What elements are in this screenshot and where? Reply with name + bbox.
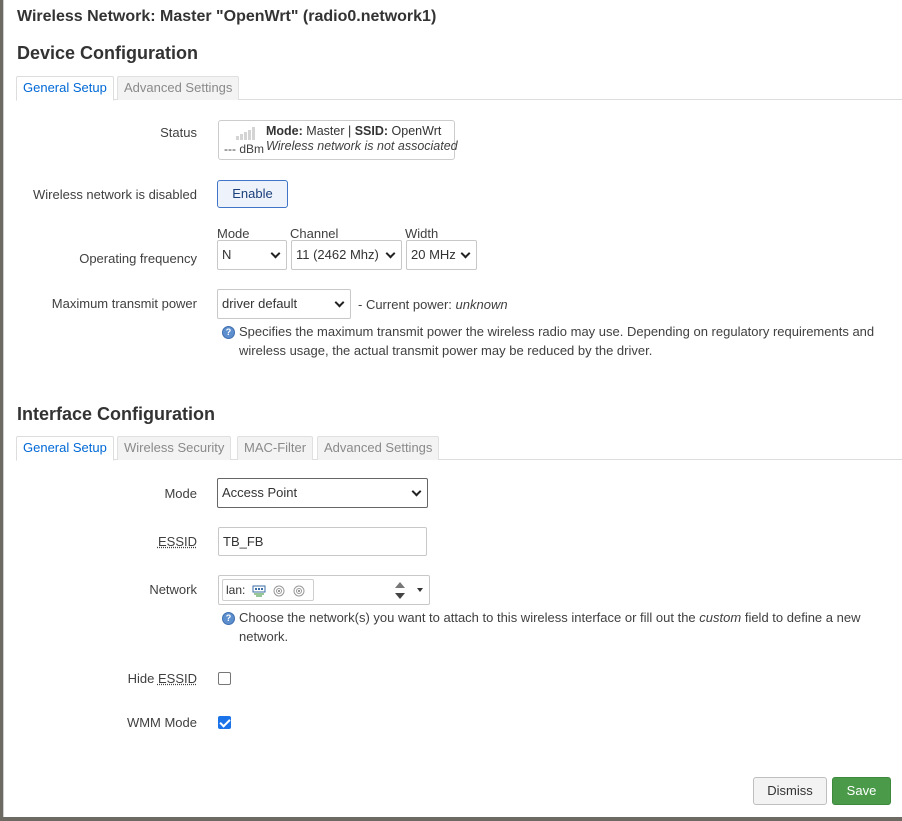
operating-frequency-label: Operating frequency: [79, 251, 197, 266]
enable-button[interactable]: Enable: [217, 180, 288, 208]
device-tabbar: General Setup Advanced Settings: [16, 76, 902, 101]
essid-input[interactable]: TB_FB: [218, 527, 427, 556]
hide-essid-label: Hide ESSID: [127, 671, 197, 686]
caret-down-icon[interactable]: [417, 588, 423, 592]
tab-device-advanced-settings[interactable]: Advanced Settings: [117, 76, 240, 100]
signal-strength-icon: [236, 127, 255, 140]
status-box: --- dBm Mode: Master | SSID: OpenWrt Wir…: [218, 120, 458, 160]
channel-label: Channel: [290, 226, 339, 241]
chevron-down-icon: [460, 248, 471, 259]
signal-dbm: --- dBm: [224, 142, 264, 156]
save-button[interactable]: Save: [832, 777, 891, 805]
tab-wireless-security[interactable]: Wireless Security: [117, 436, 232, 460]
width-label: Width: [405, 226, 439, 241]
width-select[interactable]: 20 MHz: [406, 240, 477, 270]
help-icon: ?: [222, 612, 235, 625]
tab-device-general-setup[interactable]: General Setup: [16, 76, 114, 101]
interface-config-title: Interface Configuration: [17, 404, 216, 424]
txpower-select[interactable]: driver default: [217, 289, 351, 319]
txpower-help: Specifies the maximum transmit power the…: [239, 324, 875, 358]
hide-essid-checkbox[interactable]: [218, 672, 231, 685]
network-label: Network: [149, 582, 197, 597]
dismiss-button[interactable]: Dismiss: [753, 777, 827, 805]
chevron-down-icon: [270, 248, 281, 259]
freq-mode-label: Mode: [217, 226, 250, 241]
wifi-icon: [293, 585, 305, 597]
tab-mac-filter[interactable]: MAC-Filter: [237, 436, 314, 460]
wmm-mode-label: WMM Mode: [126, 715, 197, 730]
spinner-up-icon[interactable]: [395, 582, 405, 588]
chevron-down-icon: [411, 486, 422, 497]
iface-mode-select[interactable]: Access Point: [217, 478, 428, 508]
tab-iface-advanced-settings[interactable]: Advanced Settings: [317, 436, 440, 460]
network-help: Choose the network(s) you want to attach…: [239, 610, 861, 644]
association-status: Wireless network is not associated: [266, 139, 458, 153]
dialog-title: Wireless Network: Master "OpenWrt" (radi…: [17, 8, 437, 25]
channel-select[interactable]: 11 (2462 Mhz): [291, 240, 402, 270]
network-chip-lan[interactable]: lan:: [222, 579, 314, 601]
txpower-label: Maximum transmit power: [51, 296, 197, 311]
tab-iface-general-setup[interactable]: General Setup: [16, 436, 114, 461]
wifi-icon: [273, 585, 285, 597]
ethernet-icon: [252, 585, 266, 597]
status-label: Status: [160, 125, 197, 140]
wireless-network-dialog: Wireless Network: Master "OpenWrt" (radi…: [3, 0, 902, 817]
status-mode-ssid: Mode: Master | SSID: OpenWrt: [266, 124, 442, 138]
essid-label: ESSID: [157, 534, 197, 549]
chevron-down-icon: [334, 297, 345, 308]
iface-mode-label: Mode: [164, 486, 197, 501]
wmm-mode-checkbox[interactable]: [218, 716, 231, 729]
help-icon: ?: [222, 326, 235, 339]
interface-tabbar: General Setup Wireless Security MAC-Filt…: [16, 436, 902, 461]
device-config-title: Device Configuration: [17, 43, 199, 63]
network-select[interactable]: lan:: [218, 575, 430, 605]
spinner-down-icon[interactable]: [395, 593, 405, 599]
freq-mode-select[interactable]: N: [217, 240, 287, 270]
current-power: - Current power: unknown: [358, 297, 508, 312]
chevron-down-icon: [385, 248, 396, 259]
disabled-label: Wireless network is disabled: [32, 187, 197, 202]
